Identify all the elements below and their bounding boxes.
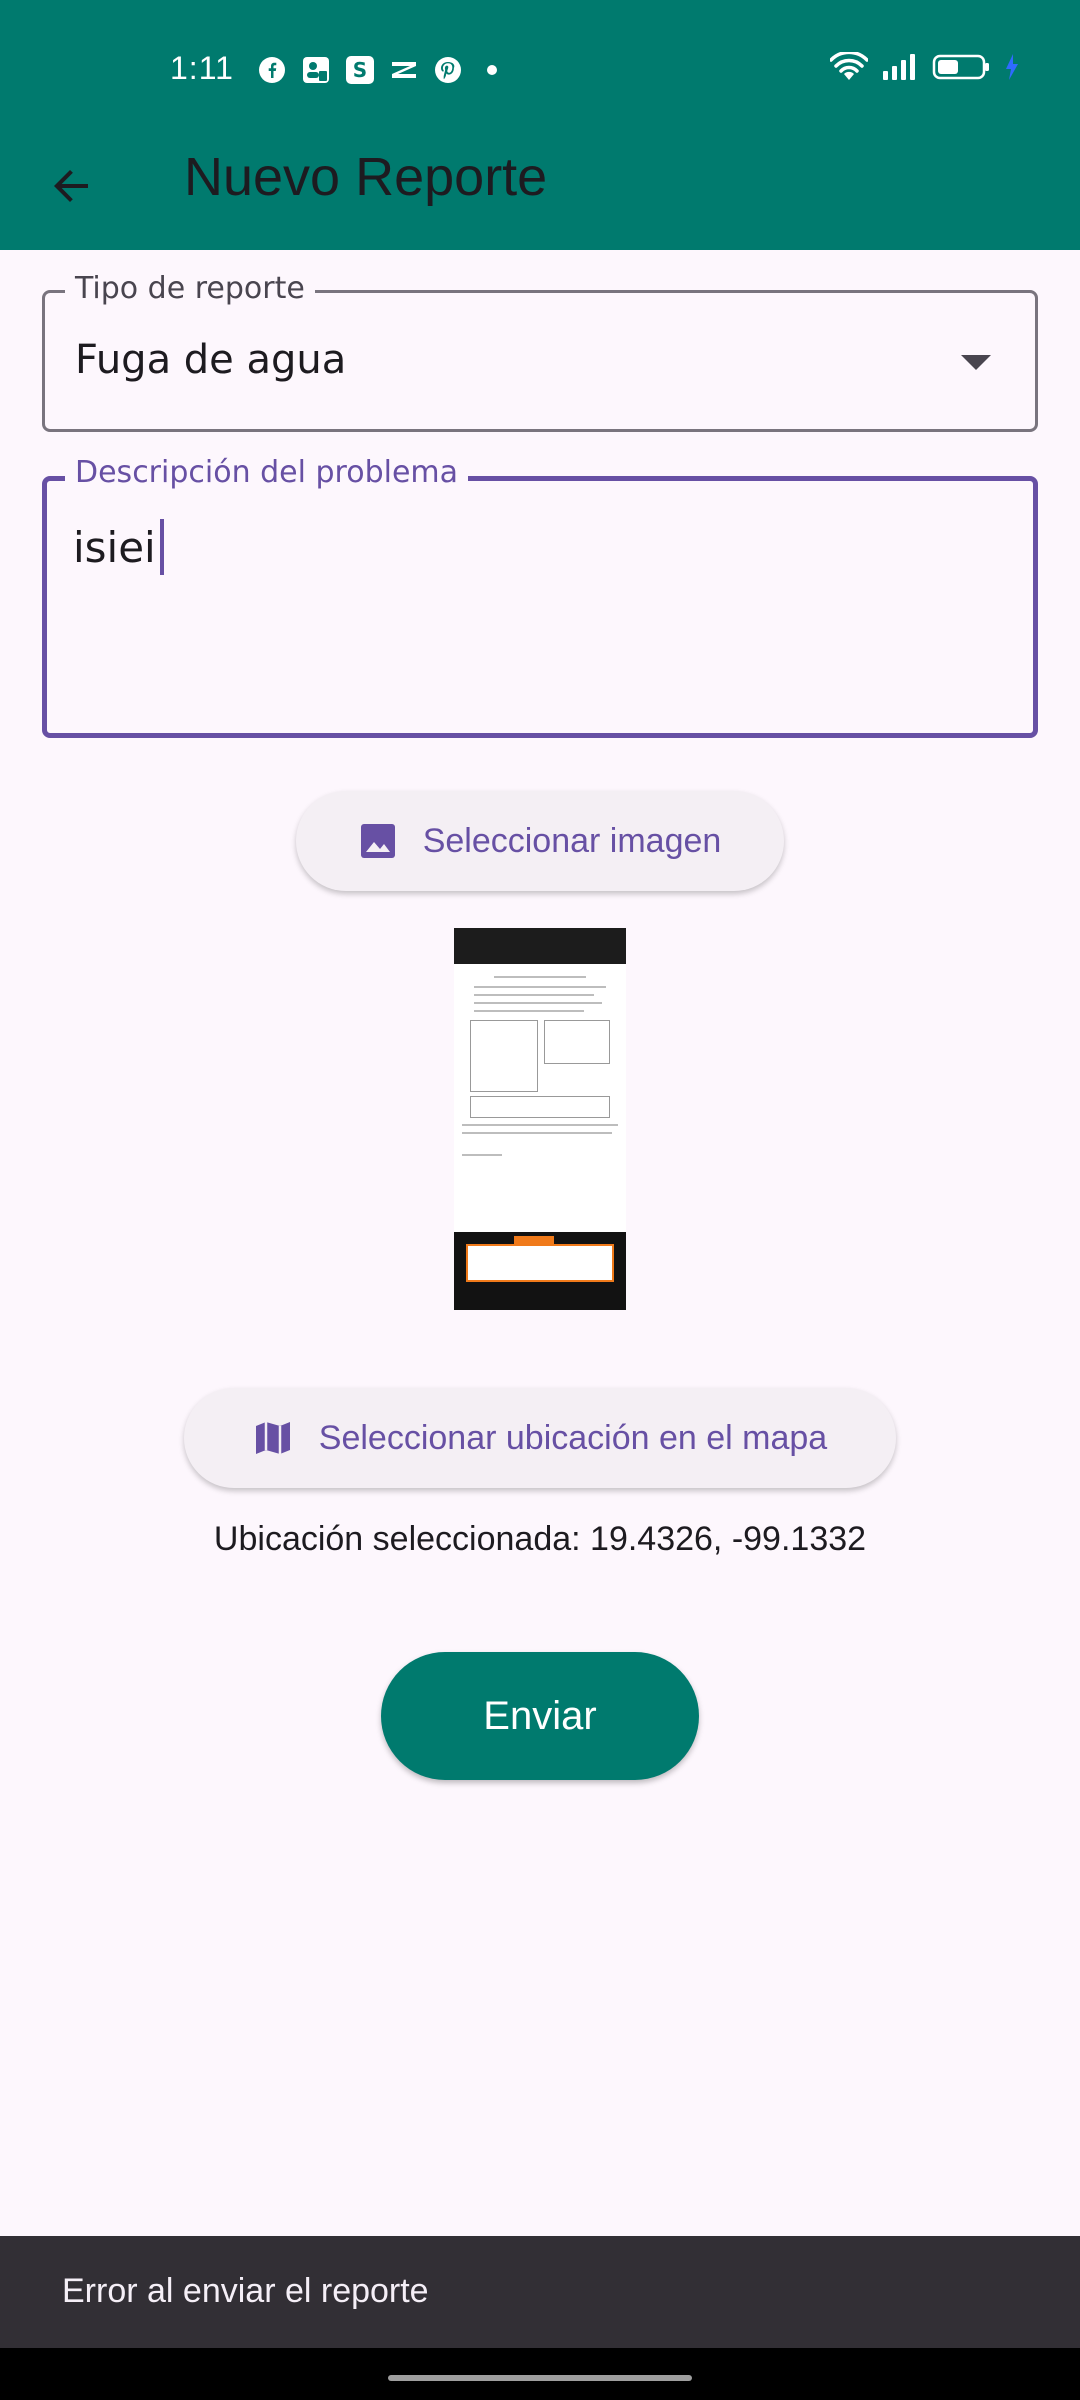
capcut-icon [388,54,420,86]
preview-top-bar [454,928,626,964]
select-image-label: Seleccionar imagen [422,821,722,860]
more-dot-icon [476,54,508,86]
gesture-handle[interactable] [388,2375,692,2381]
preview-box [544,1020,610,1064]
report-type-value: Fuga de agua [75,337,347,383]
back-button[interactable] [36,150,108,222]
status-time: 1:11 [170,50,234,86]
system-icons [829,50,1020,86]
preview-box [470,1096,610,1118]
description-value: isiei [73,522,156,572]
preview-line [474,1002,602,1004]
s-app-icon: S [344,54,376,86]
signal-icon [882,53,918,85]
facebook-pages-icon [300,54,332,86]
description-label: Descripción del problema [65,455,469,490]
select-image-button[interactable]: Seleccionar imagen [296,791,784,891]
notification-icons: S [256,54,508,86]
preview-ad-logo [514,1236,554,1246]
preview-line [474,986,606,988]
image-preview [454,928,626,1310]
app-bar: Nuevo Reporte [0,128,1080,250]
preview-line [474,994,594,996]
description-text-wrap: isiei [73,519,164,575]
preview-line [462,1124,618,1126]
wifi-icon [829,50,869,86]
preview-box [470,1020,538,1092]
preview-line [462,1132,612,1134]
preview-line [474,1010,584,1012]
selected-location-text: Ubicación seleccionada: 19.4326, -99.133… [213,1520,867,1558]
svg-text:S: S [353,58,367,82]
select-location-label: Seleccionar ubicación en el mapa [318,1418,828,1457]
battery-icon [932,53,990,85]
submit-button[interactable]: Enviar [381,1652,699,1780]
snackbar-message: Error al enviar el reporte [62,2272,429,2310]
charging-icon [1004,53,1020,85]
navigation-bar [0,2348,1080,2400]
preview-line [494,976,586,978]
status-bar: 1:11 S [0,0,1080,128]
pinterest-icon [432,54,464,86]
error-snackbar: Error al enviar el reporte [0,2236,1080,2348]
report-type-label: Tipo de reporte [65,271,315,306]
page-title: Nuevo Reporte [184,147,548,207]
dropdown-arrow-icon [961,355,991,370]
facebook-icon [256,54,288,86]
map-icon [255,1422,290,1454]
arrow-back-icon [54,170,88,202]
report-type-dropdown[interactable]: Tipo de reporte Fuga de agua [42,271,1038,432]
preview-ad [466,1244,614,1282]
text-cursor [159,519,164,575]
select-location-button[interactable]: Seleccionar ubicación en el mapa [184,1388,896,1488]
description-input[interactable]: Descripción del problema isiei [42,455,1038,738]
submit-label: Enviar [483,1693,597,1738]
image-icon [360,824,395,858]
preview-line [462,1154,502,1156]
